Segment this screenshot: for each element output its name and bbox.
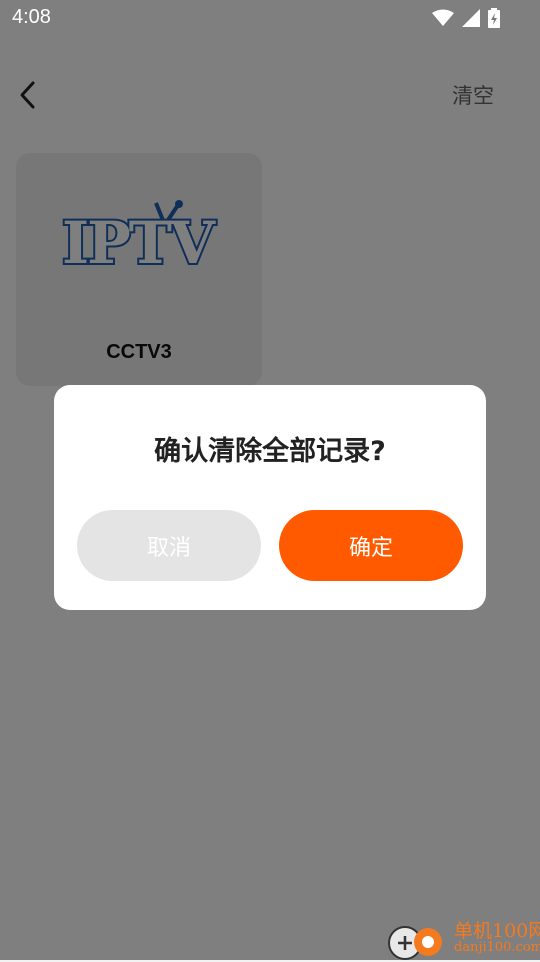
cancel-button[interactable]: 取消 — [77, 510, 261, 581]
watermark-url: danji100.com — [454, 940, 540, 955]
confirm-clear-dialog: 确认清除全部记录? 取消 确定 — [54, 385, 486, 610]
dialog-title: 确认清除全部记录? — [154, 436, 386, 467]
status-bar: 4:08 — [0, 0, 540, 36]
watermark: 单机100网 danji100.com — [388, 914, 540, 960]
signal-icon — [462, 9, 480, 31]
status-icons — [432, 8, 500, 32]
watermark-ring-icon — [414, 928, 442, 956]
wifi-icon — [432, 9, 454, 31]
confirm-button[interactable]: 确定 — [279, 510, 463, 581]
battery-icon — [488, 8, 500, 32]
status-time: 4:08 — [12, 6, 51, 28]
watermark-brand: 单机100网 — [454, 920, 540, 942]
